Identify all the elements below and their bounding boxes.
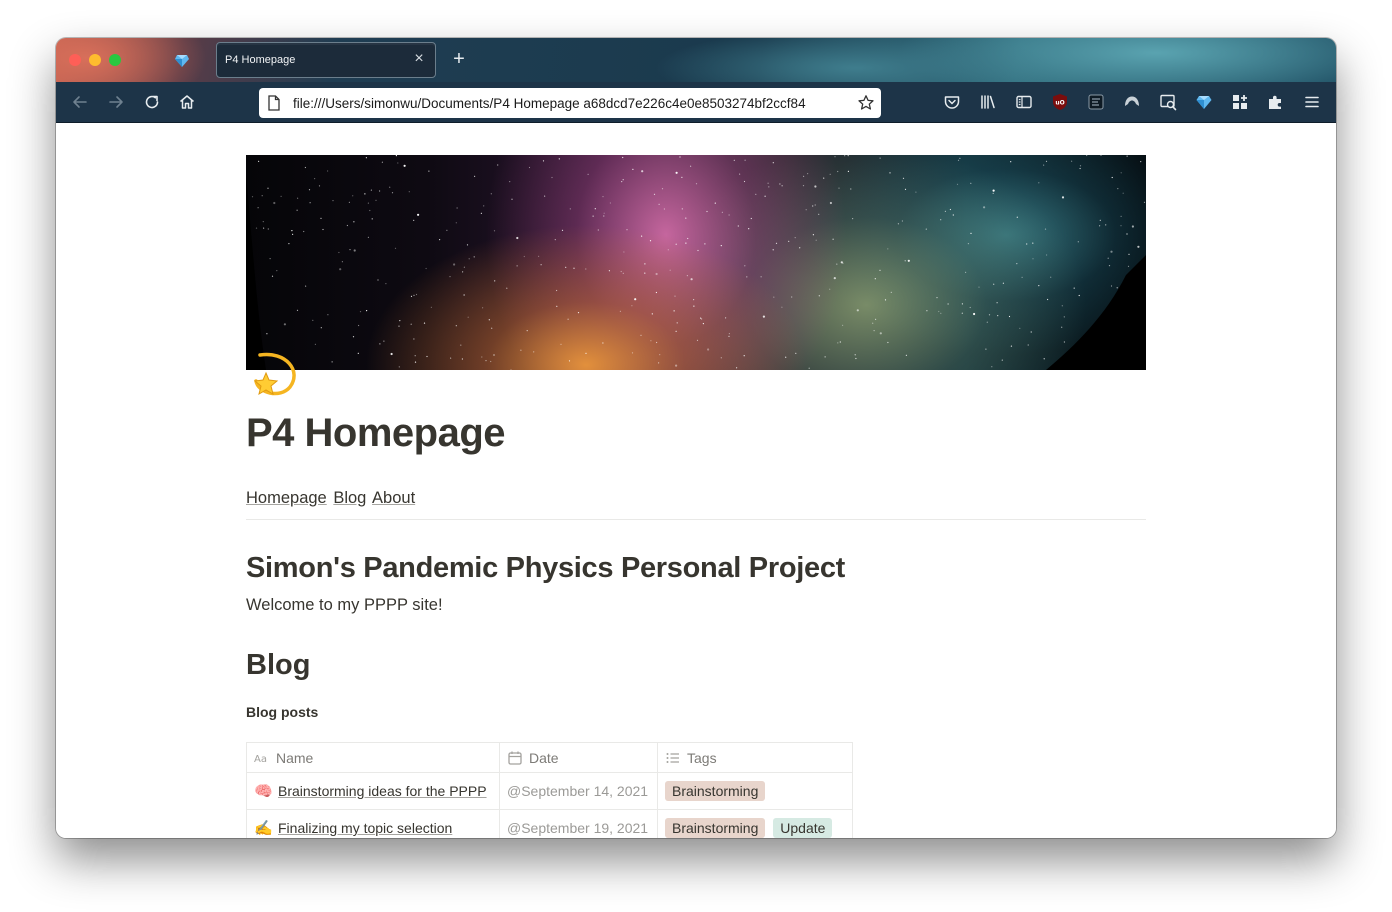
brain-icon: 🧠 — [254, 783, 273, 800]
menu-icon[interactable] — [1302, 92, 1322, 112]
pocket-icon[interactable] — [942, 92, 962, 112]
date-text: @September 19, 2021 — [507, 820, 649, 836]
tab-strip: P4 Homepage × + — [56, 38, 1336, 82]
close-window-button[interactable] — [69, 54, 81, 66]
shield-icon[interactable] — [1122, 92, 1142, 112]
grid-icon[interactable] — [1230, 92, 1250, 112]
nav-link-blog[interactable]: Blog — [333, 489, 366, 507]
url-text[interactable]: file:///Users/simonwu/Documents/P4 Homep… — [293, 96, 849, 112]
svg-text:uO: uO — [1055, 100, 1064, 107]
table-row[interactable]: 🧠 Brainstorming ideas for the PPPP @Sept… — [246, 772, 853, 810]
blog-posts-table: Aa Name Date Tags 🧠 Brainstorming ideas … — [246, 742, 853, 838]
database-title: Blog posts — [246, 704, 319, 720]
bookmark-star-icon[interactable] — [857, 94, 875, 112]
nav-link-homepage[interactable]: Homepage — [246, 489, 327, 507]
dizzy-star-icon — [253, 352, 296, 396]
post-link[interactable]: Brainstorming ideas for the PPPP — [278, 783, 487, 799]
date-cell: @September 14, 2021 — [499, 772, 658, 810]
list-icon — [666, 752, 679, 763]
column-header-date[interactable]: Date — [499, 742, 658, 773]
column-header-tags[interactable]: Tags — [657, 742, 853, 773]
page-icon — [268, 95, 280, 111]
calendar-icon — [508, 751, 522, 765]
section-heading: Simon's Pandemic Physics Personal Projec… — [246, 552, 846, 584]
tag-brainstorming: Brainstorming — [665, 818, 766, 838]
gem-icon[interactable] — [174, 52, 190, 68]
url-bar[interactable]: file:///Users/simonwu/Documents/P4 Homep… — [259, 88, 881, 118]
name-cell: 🧠 Brainstorming ideas for the PPPP — [246, 772, 500, 810]
blog-heading: Blog — [246, 649, 311, 681]
active-tab[interactable]: P4 Homepage × — [216, 42, 436, 78]
column-header-name[interactable]: Aa Name — [246, 742, 500, 773]
reload-icon[interactable] — [142, 92, 162, 112]
puzzle-icon[interactable] — [1266, 92, 1286, 112]
page-content: P4 Homepage Homepage Blog About Simon's … — [56, 123, 1336, 838]
date-cell: @September 19, 2021 — [499, 809, 658, 838]
tab-close-button[interactable]: × — [411, 51, 427, 67]
post-link[interactable]: Finalizing my topic selection — [278, 820, 452, 836]
navigation-toolbar: file:///Users/simonwu/Documents/P4 Homep… — [56, 82, 1336, 123]
column-header-label: Name — [276, 749, 314, 766]
nav-link-about[interactable]: About — [372, 489, 415, 507]
reader-icon[interactable] — [1086, 92, 1106, 112]
forward-icon[interactable] — [106, 92, 126, 112]
svg-text:Aa: Aa — [254, 754, 267, 765]
text-property-icon: Aa — [254, 754, 267, 765]
ublock-icon[interactable]: uO — [1050, 92, 1070, 112]
cover-image — [246, 155, 1146, 370]
library-icon[interactable] — [978, 92, 998, 112]
page-nav: Homepage Blog About — [246, 489, 417, 508]
writing-hand-icon: ✍ — [254, 820, 273, 837]
table-row[interactable]: ✍ Finalizing my topic selection @Septemb… — [246, 809, 853, 838]
search-extension-icon[interactable] — [1158, 92, 1178, 112]
tag-update: Update — [773, 818, 833, 838]
page-title: P4 Homepage — [246, 411, 506, 455]
tab-title: P4 Homepage — [225, 54, 296, 66]
home-icon[interactable] — [177, 92, 197, 112]
browser-window: P4 Homepage × + file:///Users/simonwu/Do… — [56, 38, 1336, 838]
gem-icon[interactable] — [1194, 92, 1214, 112]
column-header-label: Tags — [687, 749, 717, 766]
date-text: @September 14, 2021 — [507, 783, 649, 799]
name-cell: ✍ Finalizing my topic selection — [246, 809, 500, 838]
tags-cell: Brainstorming Update — [657, 809, 853, 838]
tags-cell: Brainstorming — [657, 772, 853, 810]
column-header-label: Date — [529, 749, 559, 766]
divider — [246, 519, 1146, 520]
table-header-row: Aa Name Date Tags — [246, 742, 853, 773]
back-icon[interactable] — [70, 92, 90, 112]
tag-brainstorming: Brainstorming — [665, 781, 766, 801]
minimize-window-button[interactable] — [89, 54, 101, 66]
new-tab-button[interactable]: + — [450, 49, 468, 69]
sidebar-icon[interactable] — [1014, 92, 1034, 112]
welcome-text: Welcome to my PPPP site! — [246, 596, 443, 614]
zoom-window-button[interactable] — [109, 54, 121, 66]
